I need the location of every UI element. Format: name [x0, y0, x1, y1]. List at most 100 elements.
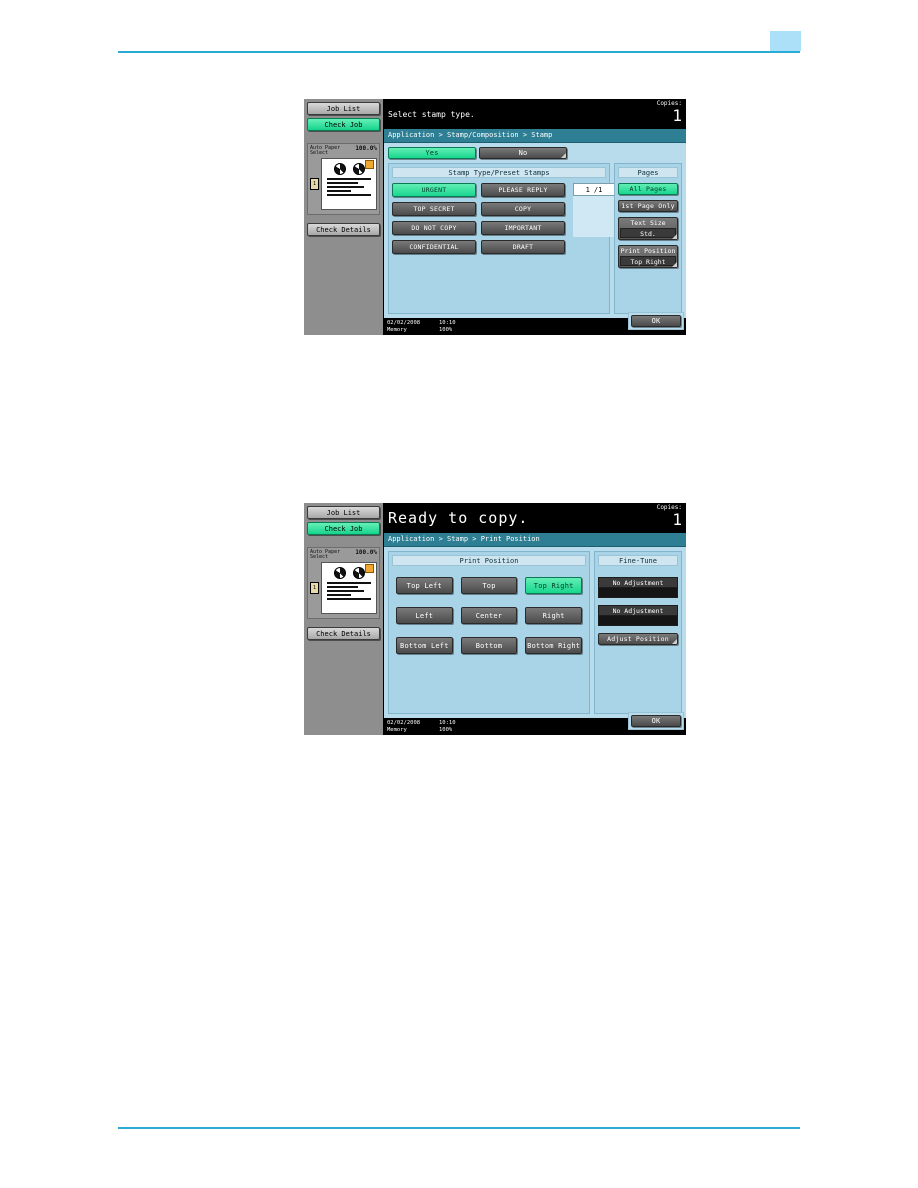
print-position-caption: Print Position — [620, 247, 676, 255]
pie-chart-icon — [352, 567, 365, 579]
copies-indicator: Copies: 1 — [657, 101, 682, 124]
staple-corner-icon — [365, 160, 374, 169]
copies-indicator: Copies: 1 — [657, 505, 682, 528]
position-button-bottom-left[interactable]: Bottom Left — [396, 637, 453, 654]
stamp-button-urgent[interactable]: URGENT — [392, 183, 476, 197]
preview-text-lines — [327, 178, 371, 196]
tray-indicator: 1 — [310, 178, 319, 190]
copies-count: 1 — [672, 106, 682, 125]
pie-chart-icon — [333, 567, 346, 579]
stamp-enable-toggle: Yes No — [384, 143, 686, 159]
memory-label: Memory — [387, 326, 407, 333]
print-position-button[interactable]: Print Position Top Right — [618, 245, 678, 268]
status-date: 02/02/2008 — [387, 319, 421, 326]
text-size-caption: Text Size — [630, 219, 666, 227]
stamp-type-section: Stamp Type/Preset Stamps URGENT PLEASE R… — [388, 163, 615, 314]
stamp-button-top-secret[interactable]: TOP SECRET — [392, 202, 476, 216]
copies-count: 1 — [672, 510, 682, 529]
footer-rule — [118, 1127, 800, 1129]
check-job-button[interactable]: Check Job — [307, 522, 380, 535]
zoom-ratio-value: 100.0% — [355, 549, 377, 556]
fine-tune-horizontal-status: No Adjustment — [598, 605, 678, 616]
copier-panel-print-position: Job List Check Job Auto Paper Select 100… — [304, 503, 686, 735]
position-button-top-left[interactable]: Top Left — [396, 577, 453, 594]
zoom-ratio-value: 100.0% — [355, 145, 377, 152]
position-button-left[interactable]: Left — [396, 607, 453, 624]
stamp-button-do-not-copy[interactable]: DO NOT COPY — [392, 221, 476, 235]
pages-button-all-pages[interactable]: All Pages — [618, 183, 678, 195]
memory-value: 100% — [439, 726, 453, 733]
page-counter: 1 /1 — [573, 183, 615, 196]
memory-label: Memory — [387, 726, 407, 733]
print-position-value: Top Right — [620, 256, 676, 266]
stamp-type-title: Stamp Type/Preset Stamps — [392, 167, 606, 178]
position-button-top-right[interactable]: Top Right — [525, 577, 582, 594]
header-rule — [118, 51, 800, 53]
status-bar: 02/02/2008 10:10 Memory 100% OK — [384, 712, 686, 735]
position-button-top[interactable]: Top — [460, 577, 518, 594]
tray-indicator: 1 — [310, 582, 319, 594]
fine-tune-horizontal-field[interactable] — [598, 616, 678, 626]
fine-tune-section: Fine-Tune No Adjustment No Adjustment Ad… — [594, 551, 682, 714]
position-button-bottom-right[interactable]: Bottom Right — [525, 637, 582, 654]
paper-select-label: Auto Paper Select — [310, 145, 341, 156]
document-preview-thumbnail — [321, 158, 377, 210]
stamp-button-please-reply[interactable]: PLEASE REPLY — [481, 183, 565, 197]
staple-corner-icon — [365, 564, 374, 573]
page-counter-current: 1 — [585, 185, 590, 194]
print-position-grid: Top Left Top Top Right Left Center Right… — [392, 571, 586, 654]
fine-tune-group-vertical: No Adjustment — [598, 577, 678, 598]
stamp-button-draft[interactable]: DRAFT — [481, 240, 565, 254]
status-time: 10:10 — [439, 719, 456, 726]
fine-tune-group-horizontal: No Adjustment — [598, 605, 678, 626]
status-bar: 02/02/2008 10:10 Memory 100% OK — [384, 312, 686, 335]
job-list-button[interactable]: Job List — [307, 102, 380, 115]
text-size-button[interactable]: Text Size Std. — [618, 217, 678, 240]
fine-tune-vertical-status: No Adjustment — [598, 577, 678, 588]
document-preview-thumbnail — [321, 562, 377, 614]
check-details-button[interactable]: Check Details — [307, 627, 380, 640]
print-position-title: Print Position — [392, 555, 586, 566]
page-counter-area: 1 /1 — [573, 183, 615, 237]
pie-chart-icon — [333, 163, 346, 175]
paper-status-card: Auto Paper Select 100.0% 1 — [307, 547, 380, 619]
stamp-preset-grid: URGENT PLEASE REPLY TOP SECRET COPY DO N… — [392, 183, 565, 310]
left-rail: Job List Check Job Auto Paper Select 100… — [304, 99, 384, 335]
position-button-center[interactable]: Center — [460, 607, 518, 624]
memory-value: 100% — [439, 326, 453, 333]
check-job-button[interactable]: Check Job — [307, 118, 380, 131]
ok-button[interactable]: OK — [631, 315, 681, 327]
print-position-section: Print Position Top Left Top Top Right Le… — [388, 551, 590, 714]
stamp-button-copy[interactable]: COPY — [481, 202, 565, 216]
fine-tune-vertical-field[interactable] — [598, 588, 678, 598]
status-message: Select stamp type. — [388, 109, 475, 119]
stamp-yes-button[interactable]: Yes — [388, 147, 476, 159]
check-details-button[interactable]: Check Details — [307, 223, 380, 236]
copier-panel-stamp: Job List Check Job Auto Paper Select 100… — [304, 99, 686, 335]
status-time: 10:10 — [439, 319, 456, 326]
header-page-tab — [770, 31, 801, 51]
paper-status-card: Auto Paper Select 100.0% 1 — [307, 143, 380, 215]
message-bar: Ready to copy. Copies: 1 — [384, 503, 686, 533]
stamp-button-important[interactable]: IMPORTANT — [481, 221, 565, 235]
paper-select-label: Auto Paper Select — [310, 549, 341, 560]
adjust-position-button[interactable]: Adjust Position — [598, 633, 678, 645]
breadcrumb: Application > Stamp > Print Position — [384, 533, 686, 547]
position-button-bottom[interactable]: Bottom — [460, 637, 518, 654]
pages-title: Pages — [618, 167, 678, 178]
stamp-no-button[interactable]: No — [479, 147, 567, 159]
stamp-button-confidential[interactable]: CONFIDENTIAL — [392, 240, 476, 254]
text-size-value: Std. — [620, 228, 676, 238]
job-list-button[interactable]: Job List — [307, 506, 380, 519]
pie-chart-icon — [352, 163, 365, 175]
left-rail: Job List Check Job Auto Paper Select 100… — [304, 503, 384, 735]
ok-button[interactable]: OK — [631, 715, 681, 727]
position-button-right[interactable]: Right — [525, 607, 582, 624]
status-date: 02/02/2008 — [387, 719, 421, 726]
message-bar: Select stamp type. Copies: 1 — [384, 99, 686, 129]
pages-button-1st-page-only[interactable]: 1st Page Only — [618, 200, 678, 212]
pages-section: Pages All Pages 1st Page Only Text Size … — [614, 163, 682, 314]
fine-tune-title: Fine-Tune — [598, 555, 678, 566]
status-message: Ready to copy. — [388, 509, 529, 527]
page-counter-total: /1 — [593, 185, 603, 194]
